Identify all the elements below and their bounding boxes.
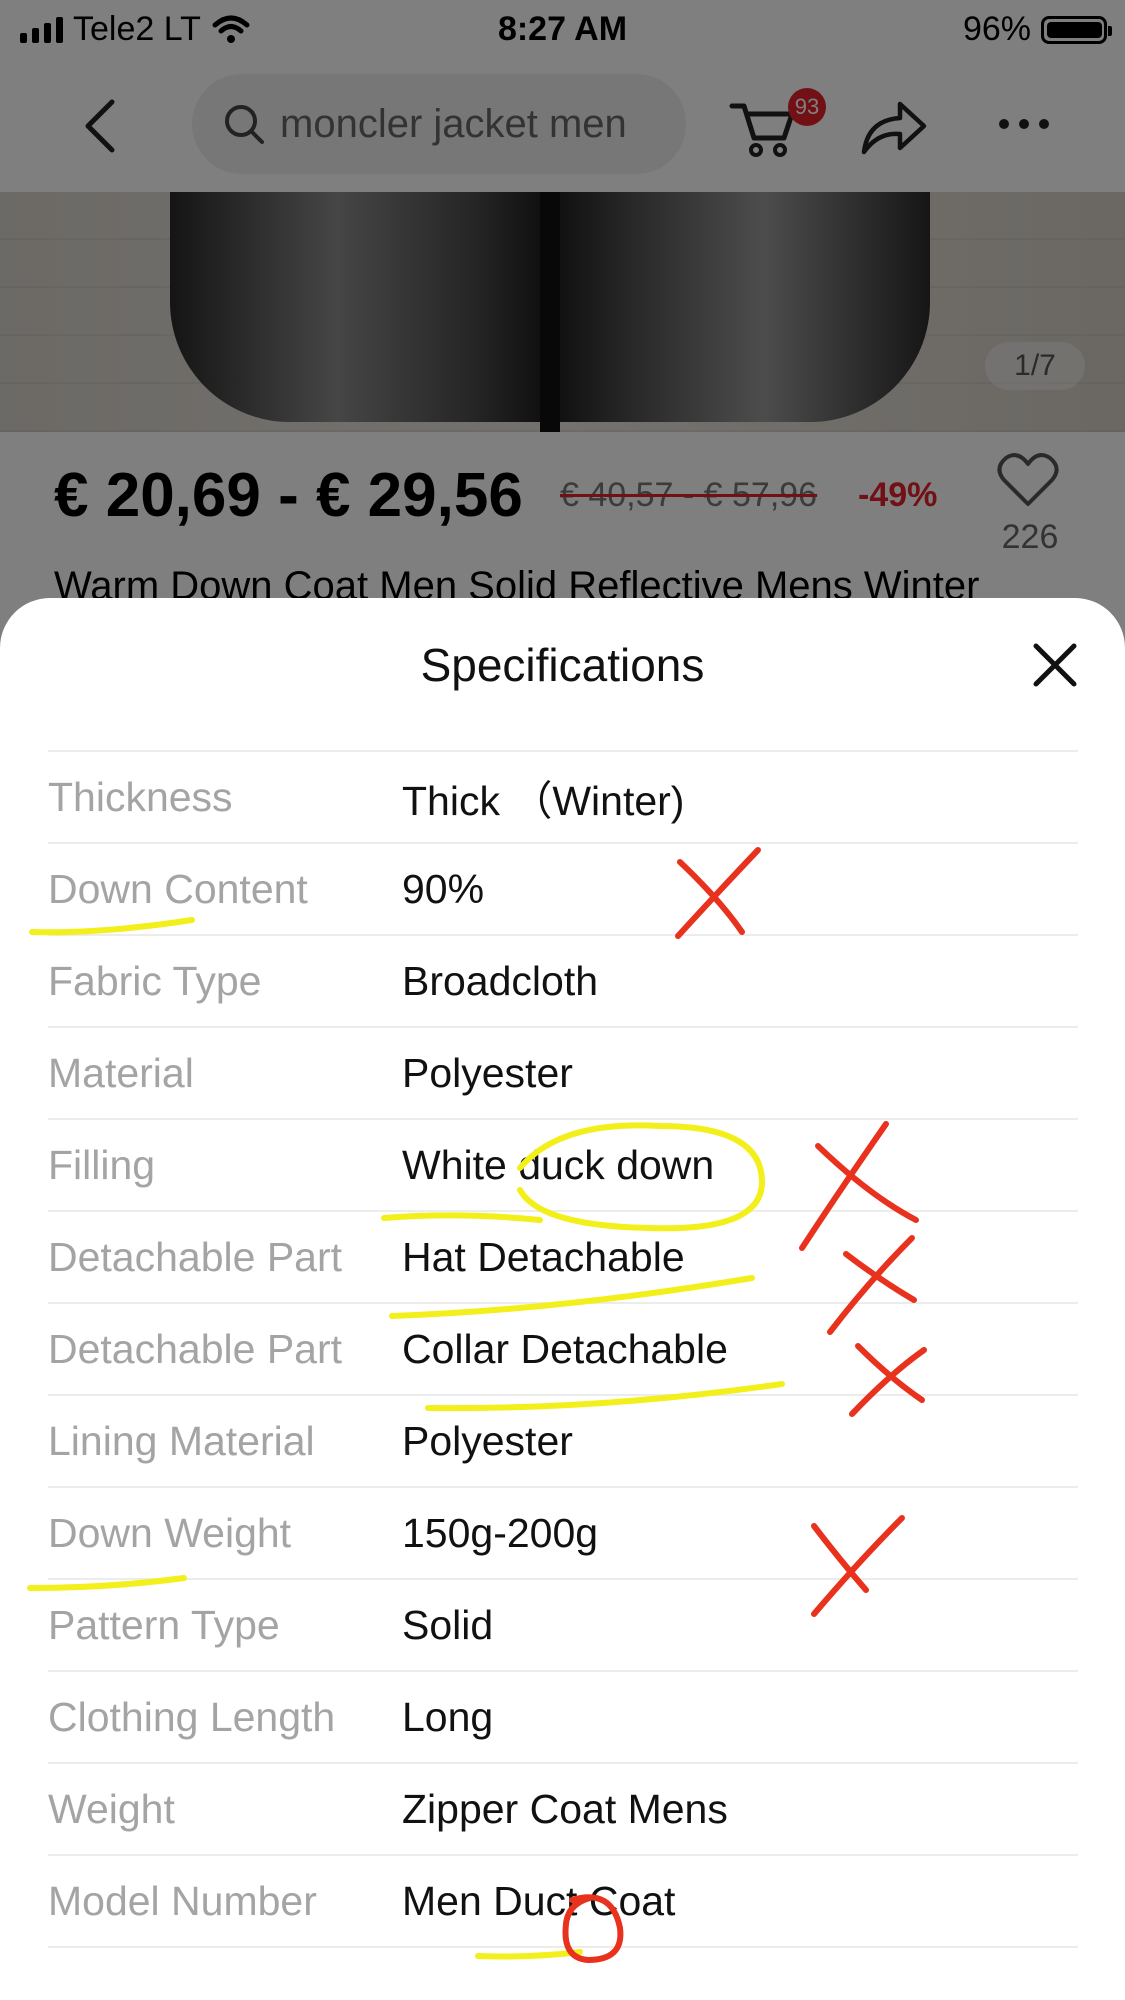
spec-label: Weight [48, 1785, 175, 1832]
spec-label: Lining Material [48, 1417, 315, 1464]
spec-row: Filling White duck down [48, 1120, 1078, 1212]
spec-label: Detachable Part [48, 1325, 343, 1372]
spec-row: Pattern Type Solid [48, 1580, 1078, 1672]
spec-label: Down Content [48, 865, 308, 912]
spec-value: Solid [402, 1601, 494, 1648]
spec-label: Detachable Part [48, 1233, 343, 1280]
spec-row: Clothing Length Long [48, 1672, 1078, 1764]
spec-value: Hat Detachable [402, 1233, 685, 1280]
spec-value: White duck down [402, 1141, 715, 1188]
spec-value: 150g-200g [402, 1509, 599, 1556]
spec-table: Thickness Thick （Winter) Down Content 90% … [48, 750, 1078, 1948]
spec-label: Model Number [48, 1877, 317, 1924]
spec-value: Polyester [402, 1417, 573, 1464]
spec-row: Model Number Men Duct Coat [48, 1856, 1078, 1948]
spec-value: Thick （Winter) [402, 778, 685, 824]
specifications-sheet: Specifications Thickness Thick （Winter) D… [0, 598, 1125, 2000]
close-icon[interactable] [1030, 640, 1080, 690]
spec-label: Clothing Length [48, 1693, 336, 1740]
spec-row: Thickness Thick （Winter) [48, 752, 1078, 844]
spec-value: Polyester [402, 1049, 573, 1096]
spec-row: Down Content 90% [48, 844, 1078, 936]
spec-value: Long [402, 1693, 494, 1740]
spec-row: Down Weight 150g-200g [48, 1488, 1078, 1580]
spec-row: Lining Material Polyester [48, 1396, 1078, 1488]
spec-value: Men Duct Coat [402, 1877, 676, 1924]
spec-value: 90% [402, 865, 485, 912]
spec-label: Fabric Type [48, 957, 262, 1004]
spec-value: Broadcloth [402, 957, 599, 1004]
spec-row: Weight Zipper Coat Mens [48, 1764, 1078, 1856]
spec-label: Pattern Type [48, 1601, 280, 1648]
spec-row: Material Polyester [48, 1028, 1078, 1120]
spec-row: Fabric Type Broadcloth [48, 936, 1078, 1028]
sheet-title: Specifications [420, 639, 705, 691]
spec-value: Zipper Coat Mens [402, 1785, 728, 1832]
spec-label: Down Weight [48, 1509, 292, 1556]
spec-row: Detachable Part Collar Detachable [48, 1304, 1078, 1396]
spec-label: Material [48, 1049, 194, 1096]
spec-row: Detachable Part Hat Detachable [48, 1212, 1078, 1304]
spec-label: Filling [48, 1141, 156, 1188]
spec-label: Thickness [48, 773, 233, 820]
spec-value: Collar Detachable [402, 1325, 728, 1372]
